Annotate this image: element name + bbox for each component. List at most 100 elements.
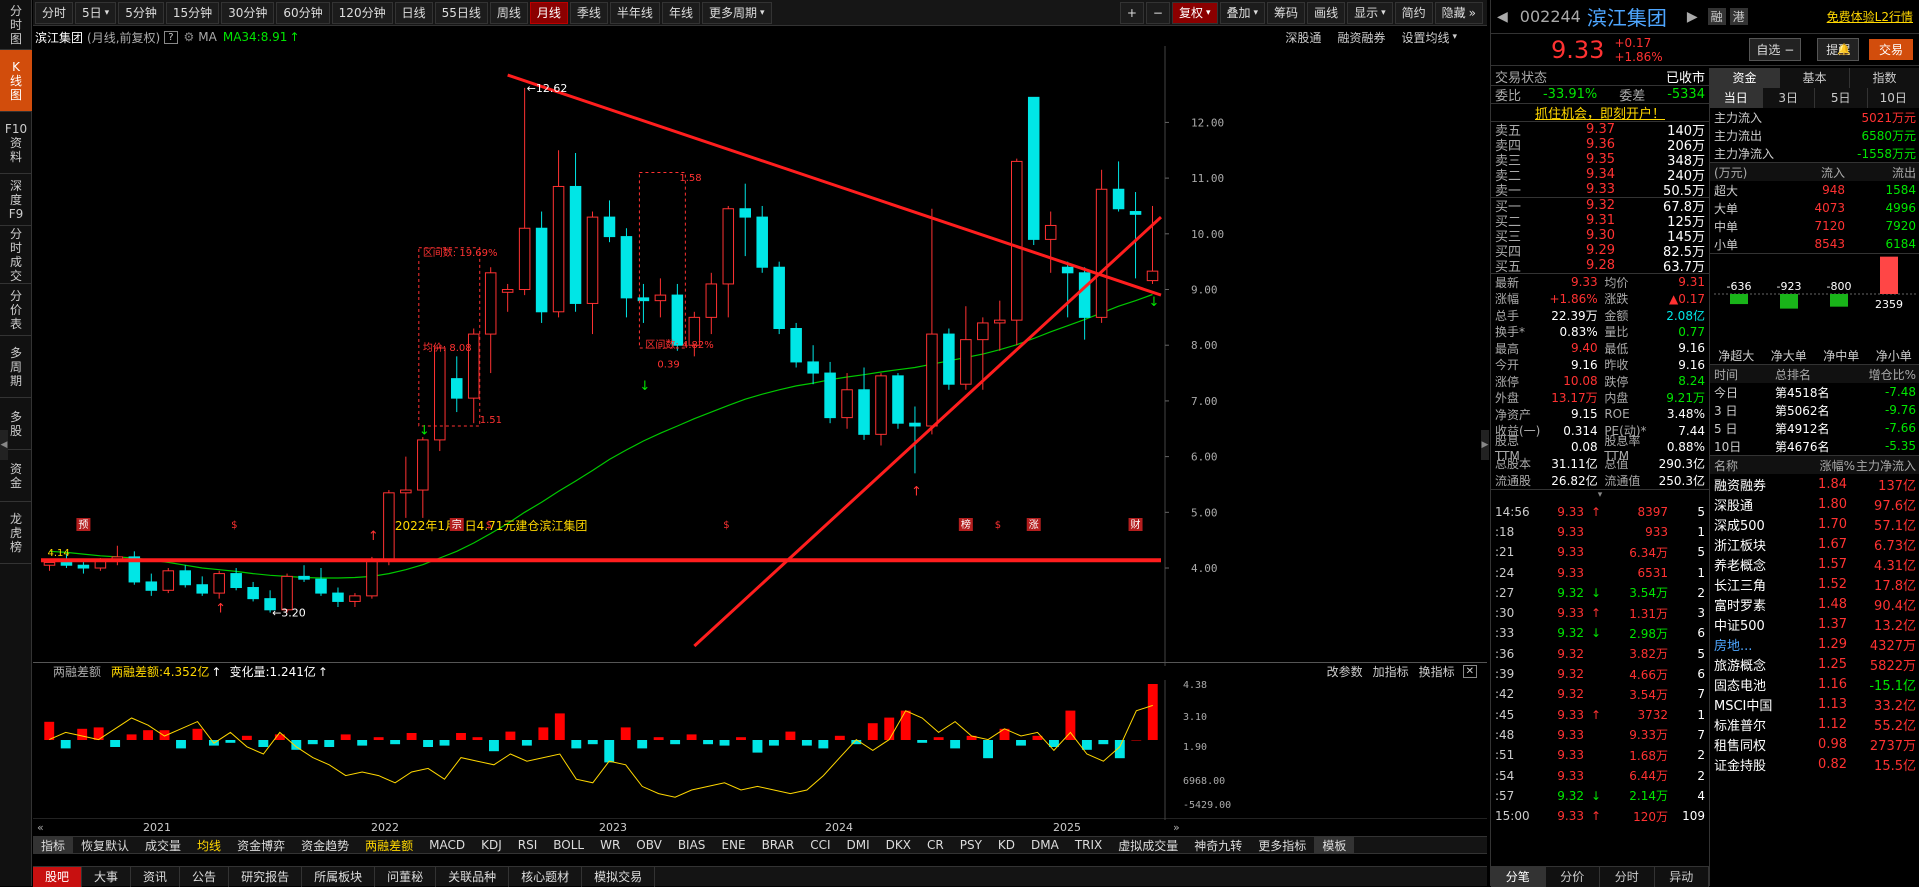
prev-stock-icon[interactable]: ◀: [1497, 9, 1508, 25]
sector-row[interactable]: 旅游概念1.255822万: [1710, 654, 1919, 674]
indicator-tab[interactable]: 资金博弈: [229, 836, 293, 854]
indicator-tab[interactable]: CR: [919, 836, 952, 854]
indicator-tab[interactable]: DMA: [1023, 836, 1067, 854]
bottom-tab[interactable]: 关联品种: [436, 867, 509, 887]
l2-promo-link[interactable]: 免费体验L2行情: [1827, 8, 1913, 25]
sector-row[interactable]: 养老概念1.574.31亿: [1710, 554, 1919, 574]
sector-header-cell[interactable]: 主力净流入: [1856, 457, 1916, 474]
tick-tab[interactable]: 分笔: [1491, 867, 1546, 887]
period-button[interactable]: 年线: [662, 2, 700, 24]
day-tab[interactable]: 当日: [1710, 88, 1763, 108]
tool-button[interactable]: 画线: [1307, 2, 1345, 24]
indicator-tab[interactable]: 神奇九转: [1186, 836, 1250, 854]
indicator-tab[interactable]: TRIX: [1067, 836, 1110, 854]
bottom-tab[interactable]: 问董秘: [375, 867, 436, 887]
indicator-tab[interactable]: CCI: [802, 836, 838, 854]
sector-header-cell[interactable]: 名称: [1714, 457, 1794, 474]
indicator-tab[interactable]: 成交量: [137, 836, 189, 854]
period-button[interactable]: 季线: [570, 2, 608, 24]
indicator-tab[interactable]: RSI: [510, 836, 546, 854]
chevron-down-icon[interactable]: ▾: [1491, 490, 1709, 502]
bottom-tab[interactable]: 公告: [180, 867, 229, 887]
indicator-tab[interactable]: OBV: [628, 836, 670, 854]
sector-row[interactable]: 融资融券1.84137亿: [1710, 474, 1919, 494]
indicator-tab[interactable]: KDJ: [473, 836, 510, 854]
left-nav-item[interactable]: 多周期: [0, 336, 32, 398]
left-nav-item[interactable]: 分时成交: [0, 226, 32, 284]
tool-button[interactable]: −: [1146, 2, 1170, 24]
sector-row[interactable]: 富时罗素1.4890.4亿: [1710, 594, 1919, 614]
sector-name[interactable]: 深股通: [1714, 495, 1794, 514]
event-marker-label[interactable]: $: [486, 520, 492, 531]
day-tab[interactable]: 5日: [1815, 88, 1868, 108]
bottom-tab[interactable]: 模拟交易: [582, 867, 655, 887]
tick-tab[interactable]: 分时: [1600, 867, 1655, 887]
bottom-tab[interactable]: 核心题材: [509, 867, 582, 887]
period-button[interactable]: 15分钟: [166, 2, 219, 24]
event-marker-label[interactable]: 涨: [1029, 519, 1039, 531]
bottom-tab[interactable]: 股吧: [33, 867, 82, 887]
sector-name[interactable]: MSCI中国: [1714, 695, 1794, 714]
tool-button[interactable]: +: [1120, 2, 1144, 24]
period-button[interactable]: 5分钟: [118, 2, 164, 24]
left-nav-item[interactable]: 分价表: [0, 284, 32, 336]
event-marker-label[interactable]: $: [231, 520, 237, 531]
indicator-tab[interactable]: 两融差额: [357, 836, 421, 854]
sector-row[interactable]: 中证5001.3713.2亿: [1710, 614, 1919, 634]
sector-row[interactable]: 证金持股0.8215.5亿: [1710, 754, 1919, 774]
left-nav-item[interactable]: K线图: [0, 50, 32, 112]
close-icon[interactable]: ✕: [1463, 665, 1477, 678]
left-nav-item[interactable]: 分时图: [0, 0, 32, 50]
period-button[interactable]: 60分钟: [276, 2, 329, 24]
period-button[interactable]: 分时: [35, 2, 73, 24]
scroll-right-icon[interactable]: »: [1173, 821, 1180, 834]
indicator-tab[interactable]: BOLL: [545, 836, 592, 854]
sector-row[interactable]: 长江三角1.5217.8亿: [1710, 574, 1919, 594]
indicator-tab[interactable]: 指标: [33, 836, 73, 854]
event-marker-label[interactable]: 宗: [452, 518, 462, 531]
event-marker-label[interactable]: $: [995, 520, 1001, 531]
gear-icon[interactable]: ⚙: [184, 30, 195, 44]
period-button[interactable]: 周线: [490, 2, 528, 24]
sector-row[interactable]: 深股通1.8097.6亿: [1710, 494, 1919, 514]
indicator-tab[interactable]: WR: [592, 836, 628, 854]
indicator-tab[interactable]: ENE: [713, 836, 753, 854]
sector-name[interactable]: 长江三角: [1714, 575, 1794, 594]
sector-name[interactable]: 证金持股: [1714, 755, 1794, 774]
watchlist-button[interactable]: 自选 −: [1749, 38, 1801, 61]
period-button[interactable]: 月线: [530, 2, 568, 24]
next-stock-icon[interactable]: ▶: [1687, 9, 1698, 25]
sector-row[interactable]: MSCI中国1.1333.2亿: [1710, 694, 1919, 714]
indicator-tab[interactable]: BRAR: [754, 836, 803, 854]
fund-tab[interactable]: 基本: [1780, 68, 1850, 88]
indicator-tab[interactable]: 资金趋势: [293, 836, 357, 854]
tick-tab[interactable]: 异动: [1655, 867, 1710, 887]
indicator-tab[interactable]: BIAS: [670, 836, 714, 854]
event-marker-label[interactable]: 预: [78, 519, 88, 531]
sector-name[interactable]: 固态电池: [1714, 675, 1794, 694]
tool-button[interactable]: 显示▾: [1347, 2, 1393, 24]
sector-row[interactable]: 租售同权0.982737万: [1710, 734, 1919, 754]
event-marker-label[interactable]: $: [723, 520, 729, 531]
sector-name[interactable]: 租售同权: [1714, 735, 1794, 754]
tool-button[interactable]: 叠加▾: [1220, 2, 1266, 24]
trade-button[interactable]: 交易: [1869, 39, 1913, 60]
sub-chart-link[interactable]: 换指标: [1419, 663, 1455, 680]
left-nav-item[interactable]: F10资料: [0, 112, 32, 174]
sub-chart-link[interactable]: 加指标: [1373, 663, 1409, 680]
indicator-tab[interactable]: DKX: [878, 836, 919, 854]
period-button[interactable]: 120分钟: [332, 2, 393, 24]
tool-button[interactable]: 简约: [1395, 2, 1433, 24]
period-button[interactable]: 半年线: [610, 2, 660, 24]
tool-button[interactable]: 隐藏»: [1435, 2, 1483, 24]
collapse-handle-icon[interactable]: ▶: [1481, 430, 1489, 460]
bottom-tab[interactable]: 大事: [82, 867, 131, 887]
indicator-tab[interactable]: 均线: [189, 836, 229, 854]
sector-row[interactable]: 房地...1.294327万: [1710, 634, 1919, 654]
sector-name[interactable]: 深成500: [1714, 515, 1794, 534]
bottom-tab[interactable]: 所属板块: [302, 867, 375, 887]
chart-link[interactable]: 深股通: [1285, 29, 1321, 46]
scroll-left-icon[interactable]: «: [37, 821, 44, 834]
sector-name[interactable]: 富时罗素: [1714, 595, 1794, 614]
expand-handle-icon[interactable]: ◀: [0, 430, 8, 460]
